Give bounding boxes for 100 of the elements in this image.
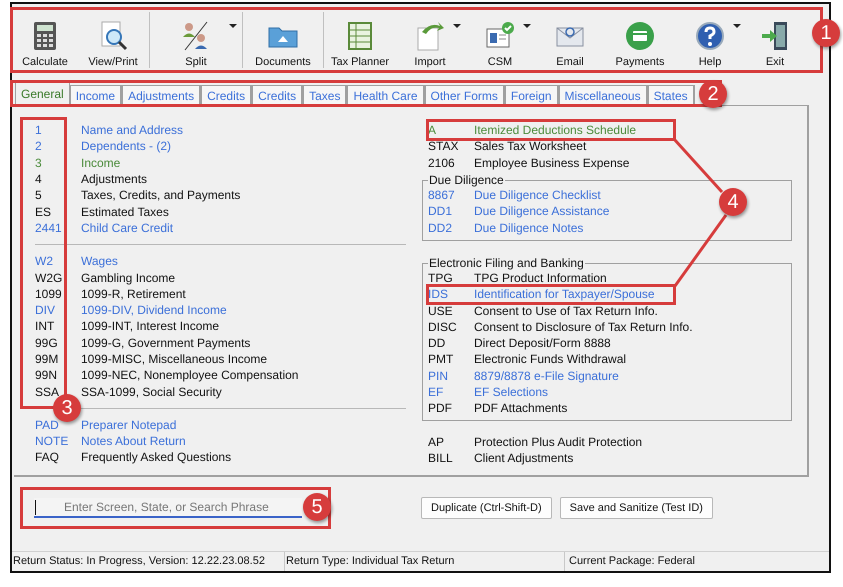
toolbar-button[interactable]: Payments — [605, 10, 675, 70]
row-code[interactable]: PIN — [428, 368, 448, 383]
row-code[interactable]: W2G — [35, 270, 62, 285]
toolbar-button[interactable]: Split — [151, 10, 241, 70]
row-code[interactable]: 2441 — [35, 220, 62, 235]
row-link[interactable]: 8879/8878 e-File Signature — [474, 368, 619, 384]
tab[interactable]: Adjustments — [122, 85, 202, 105]
status-text: Return Type: Individual Tax Return — [285, 552, 565, 571]
row-code[interactable]: PMT — [428, 352, 454, 366]
status-text: Return Status: In Progress, Version: 12.22.23.08.52 — [12, 552, 285, 571]
row-link[interactable]: Client Adjustments — [474, 450, 574, 466]
row-link[interactable]: Sales Tax Worksheet — [474, 138, 586, 154]
row-code[interactable]: W2 — [35, 254, 53, 268]
button[interactable]: Duplicate (Ctrl-Shift-D) — [421, 497, 552, 519]
tab[interactable]: Credits — [201, 85, 252, 105]
row-code[interactable]: 99M — [35, 352, 58, 366]
row-link[interactable]: Due Diligence Assistance — [474, 203, 610, 220]
row-link[interactable]: TPG Product Information — [474, 270, 607, 286]
row-link[interactable]: Due Diligence Notes — [474, 220, 584, 236]
row-link[interactable]: Employee Business Expense — [474, 154, 630, 171]
row-code[interactable]: DISC — [428, 320, 457, 334]
row-code[interactable]: DD1 — [428, 204, 452, 218]
row-code[interactable]: DIV — [35, 303, 56, 318]
row-link[interactable]: Income — [81, 154, 120, 171]
row-link[interactable]: 1099-MISC, Miscellaneous Income — [81, 351, 268, 367]
row-link[interactable]: Notes About Return — [81, 433, 186, 450]
row-code[interactable]: USE — [428, 304, 453, 318]
row-code[interactable]: FAQ — [35, 450, 60, 464]
search-field[interactable]: Enter Screen, State, or Search Phrase — [34, 498, 302, 518]
group-title: Due Diligence — [428, 174, 505, 187]
row-link[interactable]: Due Diligence Checklist — [474, 187, 601, 204]
row-link[interactable]: Name and Address — [81, 122, 184, 138]
row-link[interactable]: Dependents - (2) — [81, 138, 172, 154]
row-link[interactable]: Wages — [81, 253, 118, 270]
row-link[interactable]: Adjustments — [81, 171, 148, 188]
row-code[interactable]: 3 — [35, 156, 42, 170]
tab[interactable]: Miscellaneous — [558, 85, 648, 105]
row-code[interactable]: DD — [428, 336, 446, 350]
row-code[interactable]: 1 — [35, 123, 42, 138]
row-code[interactable]: 2106 — [428, 156, 455, 170]
row-code[interactable]: EF — [428, 385, 444, 399]
row-link[interactable]: Identification for Taxpayer/Spouse — [474, 286, 655, 302]
tab[interactable]: Health Care — [347, 85, 425, 105]
tab[interactable]: Other Forms — [424, 85, 505, 105]
row-link[interactable]: Taxes, Credits, and Payments — [81, 187, 240, 204]
row-link[interactable]: Estimated Taxes — [81, 204, 169, 220]
toolbar-button[interactable]: View/Print — [78, 10, 148, 70]
row-link[interactable]: PDF Attachments — [474, 400, 568, 416]
row-link[interactable]: Electronic Funds Withdrawal — [474, 351, 626, 368]
tab[interactable]: States — [648, 85, 695, 105]
row-code[interactable]: INT — [35, 319, 54, 334]
toolbar-button[interactable]: Email — [535, 10, 605, 70]
row-link[interactable]: EF Selections — [474, 384, 548, 400]
row-code[interactable]: 5 — [35, 188, 42, 202]
row-code[interactable]: TPG — [428, 270, 453, 285]
row-code[interactable]: 8867 — [428, 188, 455, 202]
row-code[interactable]: 99G — [35, 336, 58, 350]
row-link[interactable]: Direct Deposit/Form 8888 — [474, 335, 611, 352]
toolbar-button[interactable]: Documents — [244, 10, 322, 70]
row-code[interactable]: IDS — [428, 287, 448, 302]
row-link[interactable]: 1099-G, Government Payments — [81, 334, 250, 351]
toolbar-button[interactable]: Help — [675, 10, 745, 70]
row-link[interactable]: 1099-DIV, Dividend Income — [81, 302, 227, 318]
row-code[interactable]: AP — [428, 434, 444, 449]
row-code[interactable]: DD2 — [428, 220, 452, 235]
toolbar-button[interactable]: Exit — [745, 10, 805, 70]
tab[interactable]: Taxes — [303, 85, 348, 105]
tab[interactable]: Foreign — [504, 85, 559, 105]
row-link[interactable]: Itemized Deductions Schedule — [474, 122, 636, 138]
toolbar-button[interactable]: Calculate — [12, 10, 78, 70]
row-code[interactable]: 99N — [35, 368, 58, 382]
row-link[interactable]: Child Care Credit — [81, 220, 174, 236]
row-code[interactable]: STAX — [428, 139, 458, 154]
toolbar-button[interactable]: Tax Planner — [325, 10, 395, 70]
row-link[interactable]: 1099-NEC, Nonemployee Compensation — [81, 367, 298, 384]
payment-card-icon — [624, 20, 656, 52]
row-code[interactable]: 2 — [35, 139, 42, 154]
row-code[interactable]: BILL — [428, 450, 453, 465]
row-link[interactable]: Preparer Notepad — [81, 416, 176, 433]
row-link[interactable]: SSA-1099, Social Security — [81, 384, 222, 400]
row-link[interactable]: 1099-R, Retirement — [81, 286, 186, 302]
row-link[interactable]: Consent to Disclosure of Tax Return Info. — [474, 318, 693, 335]
row-code[interactable]: 4 — [35, 172, 42, 186]
row-link[interactable]: Frequently Asked Questions — [81, 449, 232, 466]
row-link[interactable]: Gambling Income — [81, 270, 176, 286]
row-link[interactable]: Consent to Use of Tax Return Info. — [474, 302, 658, 319]
row-link[interactable]: 1099-INT, Interest Income — [81, 318, 220, 334]
group-title: Electronic Filing and Banking — [428, 256, 585, 270]
status-text: Current Package: Federal — [568, 554, 695, 570]
row-code[interactable]: NOTE — [35, 434, 68, 448]
tab[interactable]: Income — [70, 85, 122, 105]
row-link[interactable]: Protection Plus Audit Protection — [474, 434, 642, 450]
tab[interactable]: Credits — [252, 85, 304, 105]
row-code[interactable]: ES — [35, 204, 52, 219]
row-code[interactable]: PDF — [428, 401, 452, 416]
toolbar-button[interactable]: CSM — [465, 10, 535, 70]
toolbar-button[interactable]: Import — [395, 10, 465, 70]
button[interactable]: Save and Sanitize (Test ID) — [560, 497, 713, 519]
row-code[interactable]: 1099 — [35, 286, 62, 301]
leader-line — [672, 138, 724, 193]
